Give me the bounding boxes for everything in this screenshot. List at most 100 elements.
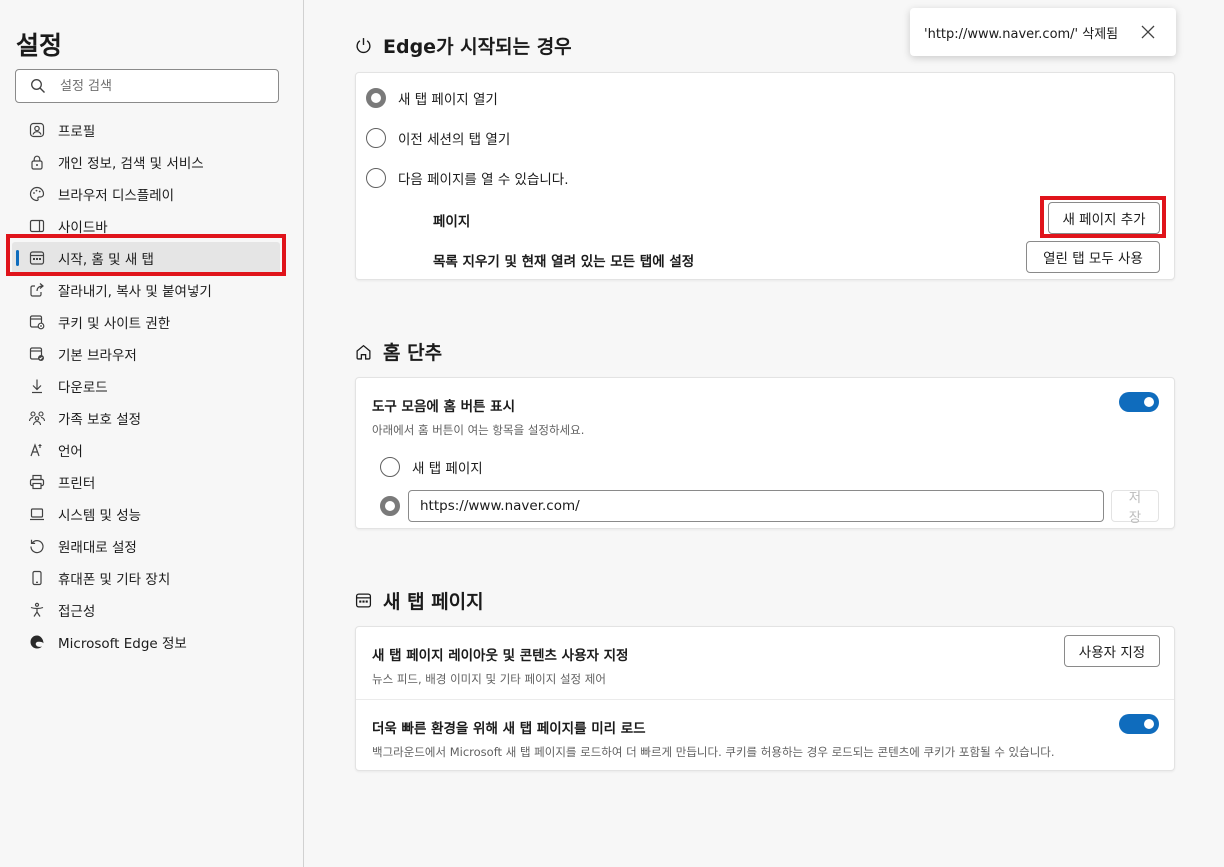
- section-title-text: 새 탭 페이지: [383, 591, 484, 613]
- section-title-home: 홈 단추: [355, 338, 442, 365]
- settings-search-box[interactable]: [15, 69, 279, 103]
- sidebar-nav: 프로필 개인 정보, 검색 및 서비스 브라우저 디스플레이 사이드바 시작, …: [12, 114, 280, 658]
- section-title-text: 홈 단추: [383, 342, 443, 364]
- pages-label: 페이지: [433, 214, 471, 230]
- profile-icon: [28, 121, 46, 139]
- radio-label: 새 탭 페이지: [412, 461, 483, 477]
- show-home-label: 도구 모음에 홈 버튼 표시: [372, 399, 515, 415]
- download-icon: [28, 377, 46, 395]
- customize-description: 뉴스 피드, 배경 이미지 및 기타 페이지 설정 제어: [372, 672, 606, 686]
- sidebar-item-label: 시스템 및 성능: [58, 508, 142, 524]
- radio-label: 이전 세션의 탭 열기: [398, 132, 511, 148]
- show-home-toggle[interactable]: [1119, 392, 1159, 412]
- startup-card: 새 탭 페이지 열기 이전 세션의 탭 열기 다음 페이지를 열 수 있습니다.…: [355, 72, 1175, 280]
- radio-open-newtab[interactable]: 새 탭 페이지 열기: [366, 88, 498, 108]
- sidebar-item-accessibility[interactable]: 접근성: [12, 594, 280, 626]
- sidebar-item-sidebar[interactable]: 사이드바: [12, 210, 280, 242]
- customize-button[interactable]: 사용자 지정: [1064, 635, 1160, 667]
- sidebar-title: 설정: [16, 31, 63, 60]
- sidebar-item-share-copy-paste[interactable]: 잘라내기, 복사 및 붙여넣기: [12, 274, 280, 306]
- sidebar-item-label: 접근성: [58, 604, 96, 620]
- accessibility-icon: [28, 601, 46, 619]
- preload-description: 백그라운드에서 Microsoft 새 탭 페이지를 로드하여 더 빠르게 만듭…: [372, 745, 1055, 759]
- home-url-input[interactable]: [408, 490, 1104, 522]
- radio-button[interactable]: [366, 128, 386, 148]
- sidebar-item-languages[interactable]: 언어: [12, 434, 280, 466]
- row-divider: [356, 699, 1174, 700]
- family-icon: [28, 409, 46, 427]
- sidebar-item-appearance[interactable]: 브라우저 디스플레이: [12, 178, 280, 210]
- sidebar-item-label: 기본 브라우저: [58, 348, 137, 364]
- deleted-toast: 'http://www.naver.com/' 삭제됨: [910, 8, 1176, 56]
- sidebar-item-default-browser[interactable]: 기본 브라우저: [12, 338, 280, 370]
- sidebar-item-label: 잘라내기, 복사 및 붙여넣기: [58, 284, 212, 300]
- sidebar-item-start-home-newtab[interactable]: 시작, 홈 및 새 탭: [12, 242, 280, 274]
- sidebar-item-label: 언어: [58, 444, 83, 460]
- language-icon: [28, 441, 46, 459]
- close-icon[interactable]: [1140, 24, 1156, 40]
- printer-icon: [28, 473, 46, 491]
- sidebar-item-privacy[interactable]: 개인 정보, 검색 및 서비스: [12, 146, 280, 178]
- settings-search-input[interactable]: [60, 75, 270, 97]
- sidebar-item-label: 브라우저 디스플레이: [58, 188, 175, 204]
- cookie-icon: [28, 313, 46, 331]
- section-title-startup: Edge가 시작되는 경우: [355, 32, 572, 59]
- newtab-card: 새 탭 페이지 레이아웃 및 콘텐츠 사용자 지정 뉴스 피드, 배경 이미지 …: [355, 626, 1175, 771]
- radio-button[interactable]: [366, 88, 386, 108]
- sidebar-item-reset-settings[interactable]: 원래대로 설정: [12, 530, 280, 562]
- settings-sidebar: 설정 프로필 개인 정보, 검색 및 서비스 브라우저 디스플레이 사이드바 시…: [0, 0, 304, 867]
- save-button[interactable]: 저장: [1111, 490, 1159, 526]
- add-page-button[interactable]: 새 페이지 추가: [1048, 202, 1160, 234]
- radio-open-specific-pages[interactable]: 다음 페이지를 열 수 있습니다.: [366, 168, 569, 188]
- sidebar-item-about-edge[interactable]: Microsoft Edge 정보: [12, 626, 280, 658]
- customize-label: 새 탭 페이지 레이아웃 및 콘텐츠 사용자 지정: [372, 648, 629, 664]
- sidebar-item-label: 가족 보호 설정: [58, 412, 142, 428]
- sidebar-item-label: 원래대로 설정: [58, 540, 137, 556]
- default-browser-icon: [28, 345, 46, 363]
- reset-icon: [28, 537, 46, 555]
- toast-message: 'http://www.naver.com/' 삭제됨: [924, 26, 1119, 42]
- search-icon: [31, 79, 45, 93]
- radio-button[interactable]: [380, 457, 400, 477]
- radio-label: 다음 페이지를 열 수 있습니다.: [398, 172, 569, 188]
- radio-button[interactable]: [380, 496, 400, 516]
- sidebar-item-cookies[interactable]: 쿠키 및 사이트 권한: [12, 306, 280, 338]
- sidebar-item-profile[interactable]: 프로필: [12, 114, 280, 146]
- sidebar-item-system-performance[interactable]: 시스템 및 성능: [12, 498, 280, 530]
- radio-continue-session[interactable]: 이전 세션의 탭 열기: [366, 128, 510, 148]
- newtab-icon: [355, 592, 373, 610]
- sidebar-item-phone-devices[interactable]: 휴대폰 및 기타 장치: [12, 562, 280, 594]
- home-icon: [355, 343, 373, 361]
- preload-label: 더욱 빠른 환경을 위해 새 탭 페이지를 미리 로드: [372, 721, 646, 737]
- radio-label: 새 탭 페이지 열기: [398, 92, 498, 108]
- section-title-newtab: 새 탭 페이지: [355, 587, 484, 614]
- palette-icon: [28, 185, 46, 203]
- sidebar-item-label: 프로필: [58, 124, 96, 140]
- system-icon: [28, 505, 46, 523]
- sidebar-item-label: 사이드바: [58, 220, 108, 236]
- sidebar-item-printers[interactable]: 프린터: [12, 466, 280, 498]
- preload-toggle[interactable]: [1119, 714, 1159, 734]
- sidebar-icon: [28, 217, 46, 235]
- sidebar-item-label: 다운로드: [58, 380, 108, 396]
- sidebar-item-label: 시작, 홈 및 새 탭: [58, 252, 154, 268]
- sidebar-item-downloads[interactable]: 다운로드: [12, 370, 280, 402]
- sidebar-item-family-safety[interactable]: 가족 보호 설정: [12, 402, 280, 434]
- use-open-tabs-button[interactable]: 열린 탭 모두 사용: [1026, 241, 1160, 273]
- sidebar-item-label: 프린터: [58, 476, 96, 492]
- phone-icon: [28, 569, 46, 587]
- sidebar-item-label: 개인 정보, 검색 및 서비스: [58, 156, 204, 172]
- radio-button[interactable]: [366, 168, 386, 188]
- section-title-text: Edge가 시작되는 경우: [383, 36, 572, 58]
- sidebar-item-label: Microsoft Edge 정보: [58, 636, 187, 652]
- share-icon: [28, 281, 46, 299]
- edge-logo-icon: [28, 633, 46, 651]
- clear-list-label: 목록 지우기 및 현재 열려 있는 모든 탭에 설정: [433, 254, 695, 270]
- sidebar-item-label: 쿠키 및 사이트 권한: [58, 316, 171, 332]
- power-icon: [355, 37, 373, 55]
- settings-main: Edge가 시작되는 경우 새 탭 페이지 열기 이전 세션의 탭 열기 다음 …: [305, 0, 1224, 867]
- home-card: 도구 모음에 홈 버튼 표시 아래에서 홈 버튼이 여는 항목을 설정하세요. …: [355, 377, 1175, 529]
- radio-home-newtab[interactable]: 새 탭 페이지: [380, 457, 483, 477]
- show-home-description: 아래에서 홈 버튼이 여는 항목을 설정하세요.: [372, 423, 585, 437]
- start-home-icon: [28, 249, 46, 267]
